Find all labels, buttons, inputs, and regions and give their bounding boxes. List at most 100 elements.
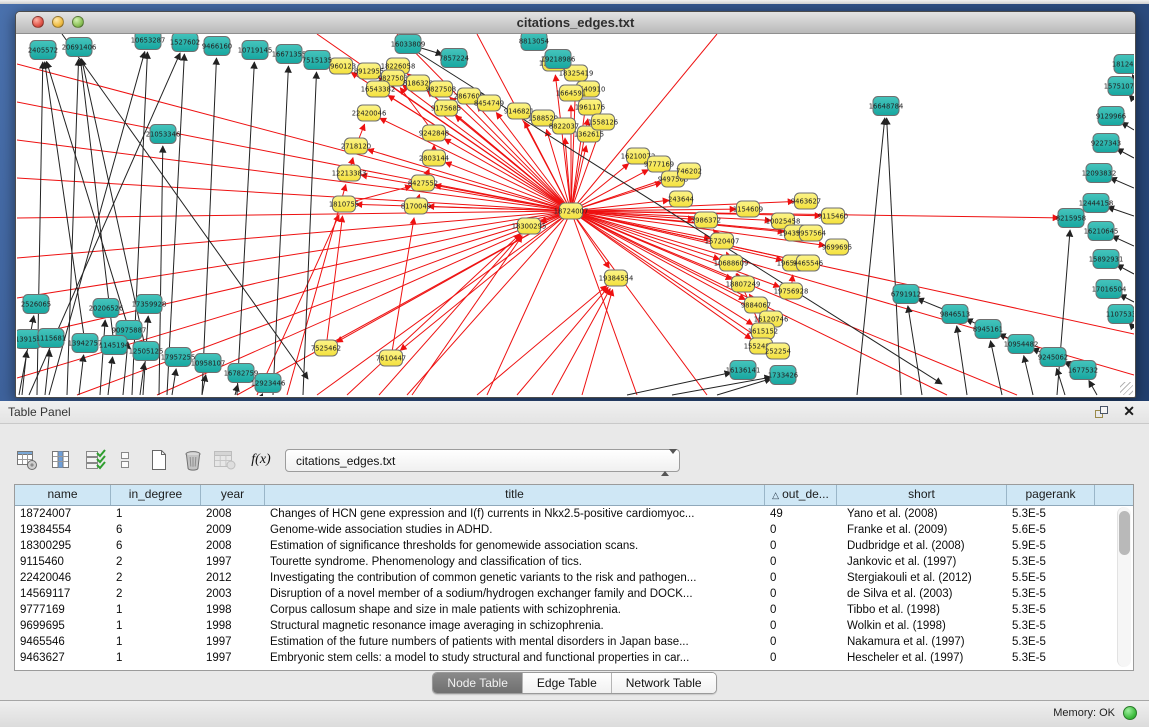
tab-network-table[interactable]: Network Table [612, 673, 716, 693]
graph-node-teal[interactable]: 1115681 [36, 329, 66, 348]
column-header-in-degree[interactable]: in_degree [111, 485, 201, 505]
column-header-title[interactable]: title [265, 485, 765, 505]
table-scrollbar-thumb[interactable] [1119, 511, 1130, 555]
network-graph[interactable]: 1872400789601238912955182260589827503818… [17, 34, 1134, 396]
close-panel-icon[interactable]: ✕ [1123, 403, 1135, 420]
graph-node-teal[interactable]: 7857224 [439, 49, 469, 68]
graph-node-teal[interactable]: 13942757 [68, 334, 103, 353]
graph-node-yellow[interactable]: 12213383 [332, 165, 367, 181]
graph-node-teal[interactable]: 16033809 [391, 35, 426, 54]
graph-node-yellow[interactable]: 9175685 [431, 100, 461, 116]
graph-node-yellow[interactable]: 252254 [765, 343, 791, 359]
graph-node-yellow[interactable]: 19384554 [599, 270, 634, 286]
graph-node-teal[interactable]: 20691406 [62, 38, 97, 57]
graph-node-teal[interactable]: 7515135 [302, 51, 332, 70]
memory-ok-indicator-icon[interactable] [1123, 706, 1137, 720]
graph-node-teal[interactable]: 10653287 [131, 34, 166, 50]
network-view-window[interactable]: citations_edges.txt 18724007896012389129… [15, 11, 1136, 398]
graph-node-yellow[interactable]: 9957564 [796, 225, 826, 241]
graph-node-yellow[interactable]: 10688609 [714, 255, 749, 271]
new-column-icon[interactable] [146, 447, 172, 473]
graph-node-teal[interactable]: 12923446 [251, 374, 286, 393]
graph-node-teal[interactable]: 16648784 [869, 97, 904, 116]
network-canvas[interactable]: 1872400789601238912955182260589827503818… [17, 34, 1134, 396]
graph-node-yellow[interactable]: 9115460 [818, 208, 848, 224]
graph-node-yellow[interactable]: 7525462 [311, 340, 341, 356]
graph-node-teal[interactable]: 9846513 [940, 305, 970, 324]
delete-table-icon[interactable] [212, 447, 238, 473]
graph-node-yellow[interactable]: 9242848 [419, 125, 449, 141]
table-row[interactable]: 2242004622012Investigating the contribut… [15, 570, 1133, 586]
graph-node-teal[interactable]: 1812463 [1112, 55, 1134, 74]
graph-node-teal[interactable]: 9227343 [1091, 134, 1121, 153]
graph-node-yellow[interactable]: 2803144 [419, 150, 449, 166]
graph-node-yellow[interactable]: 7610447 [376, 350, 406, 366]
table-row[interactable]: 977716911998Corpus callosum shape and si… [15, 602, 1133, 618]
graph-node-yellow[interactable]: 9827508 [426, 81, 456, 97]
graph-node-teal[interactable]: 10719145 [238, 41, 273, 60]
table-row[interactable]: 1830029562008Estimation of significance … [15, 538, 1133, 554]
table-row[interactable]: 1872400712008Changes of HCN gene express… [15, 506, 1133, 522]
table-row[interactable]: 946554611997Estimation of the future num… [15, 634, 1133, 650]
table-panel-header[interactable]: Table Panel ✕ [0, 401, 1149, 424]
graph-node-teal[interactable]: 8215958 [1056, 209, 1086, 228]
graph-node-teal[interactable]: 1107533 [1106, 305, 1134, 324]
show-columns-icon[interactable] [48, 447, 74, 473]
tab-node-table[interactable]: Node Table [433, 673, 523, 693]
graph-node-yellow[interactable]: 1558126 [588, 114, 618, 130]
graph-node-teal[interactable]: 8945161 [973, 320, 1003, 339]
graph-node-yellow[interactable]: 9777169 [644, 156, 674, 172]
graph-node-teal[interactable]: 9466160 [202, 37, 232, 56]
graph-node-teal[interactable]: 2526065 [21, 295, 51, 314]
column-header-year[interactable]: year [201, 485, 265, 505]
graph-node-teal[interactable]: 16136141 [726, 361, 761, 380]
graph-node-teal[interactable]: 20206526 [89, 299, 124, 318]
table-row[interactable]: 1456911722003Disruption of a novel membe… [15, 586, 1133, 602]
graph-node-yellow[interactable]: 1615152 [748, 323, 778, 339]
column-header-pagerank[interactable]: pagerank [1007, 485, 1095, 505]
graph-node-teal[interactable]: 6791912 [891, 285, 921, 304]
table-source-select[interactable]: citations_edges.txt [285, 449, 680, 472]
deselect-rows-icon[interactable] [112, 447, 138, 473]
column-header-short[interactable]: short [837, 485, 1007, 505]
graph-node-teal[interactable]: 1733426 [768, 366, 798, 385]
graph-node-teal[interactable]: 12505125 [129, 342, 164, 361]
select-all-rows-icon[interactable] [82, 447, 108, 473]
graph-node-yellow[interactable]: 9463627 [791, 193, 821, 209]
graph-node-yellow[interactable]: 1961176 [575, 99, 605, 115]
graph-node-teal[interactable]: 8813054 [519, 34, 549, 51]
tab-edge-table[interactable]: Edge Table [523, 673, 612, 693]
table-mode-icon[interactable] [14, 447, 40, 473]
resize-grip-icon[interactable] [1120, 382, 1133, 395]
graph-node-teal[interactable]: 10958107 [191, 354, 226, 373]
graph-node-teal[interactable]: 1527602 [170, 34, 200, 52]
float-panel-icon[interactable] [1094, 405, 1109, 420]
graph-node-teal[interactable]: 9129966 [1096, 107, 1126, 126]
graph-node-yellow[interactable]: 8427552 [408, 175, 438, 191]
graph-node-teal[interactable]: 1145194 [99, 336, 129, 355]
graph-node-teal[interactable]: 12093832 [1082, 164, 1117, 183]
table-row[interactable]: 946362711997Embryonic stem cells: a mode… [15, 650, 1133, 666]
graph-node-teal[interactable]: 1677532 [1068, 361, 1098, 380]
graph-node-teal[interactable]: 21053346 [146, 125, 181, 144]
table-row[interactable]: 1938455462009Genome-wide association stu… [15, 522, 1133, 538]
function-builder-icon[interactable]: f(x) [248, 447, 274, 473]
graph-node-yellow[interactable]: 9699695 [822, 239, 852, 255]
graph-node-teal[interactable]: 17016504 [1092, 280, 1127, 299]
graph-node-teal[interactable]: 15892931 [1089, 250, 1124, 269]
graph-node-teal[interactable]: 10954482 [1004, 335, 1039, 354]
delete-column-icon[interactable] [180, 447, 206, 473]
table-row[interactable]: 969969511998Structural magnetic resonanc… [15, 618, 1133, 634]
column-header-out-degree[interactable]: △out_de... [765, 485, 837, 505]
graph-node-yellow[interactable]: 7986372 [691, 212, 721, 228]
graph-node-yellow[interactable]: 1664591 [556, 85, 586, 101]
graph-node-yellow[interactable]: 2718120 [341, 138, 371, 154]
graph-node-yellow[interactable]: 1810755 [329, 196, 359, 212]
graph-node-teal[interactable]: 2405572 [28, 41, 58, 60]
graph-node-teal[interactable]: 17359928 [132, 295, 167, 314]
graph-node-teal[interactable]: 9245062 [1038, 348, 1068, 367]
table-row[interactable]: 911546021997Tourette syndrome. Phenomeno… [15, 554, 1133, 570]
window-titlebar[interactable]: citations_edges.txt [16, 12, 1135, 34]
graph-node-teal[interactable]: 12444158 [1079, 194, 1114, 213]
graph-node-yellow[interactable]: 746202 [676, 163, 702, 179]
